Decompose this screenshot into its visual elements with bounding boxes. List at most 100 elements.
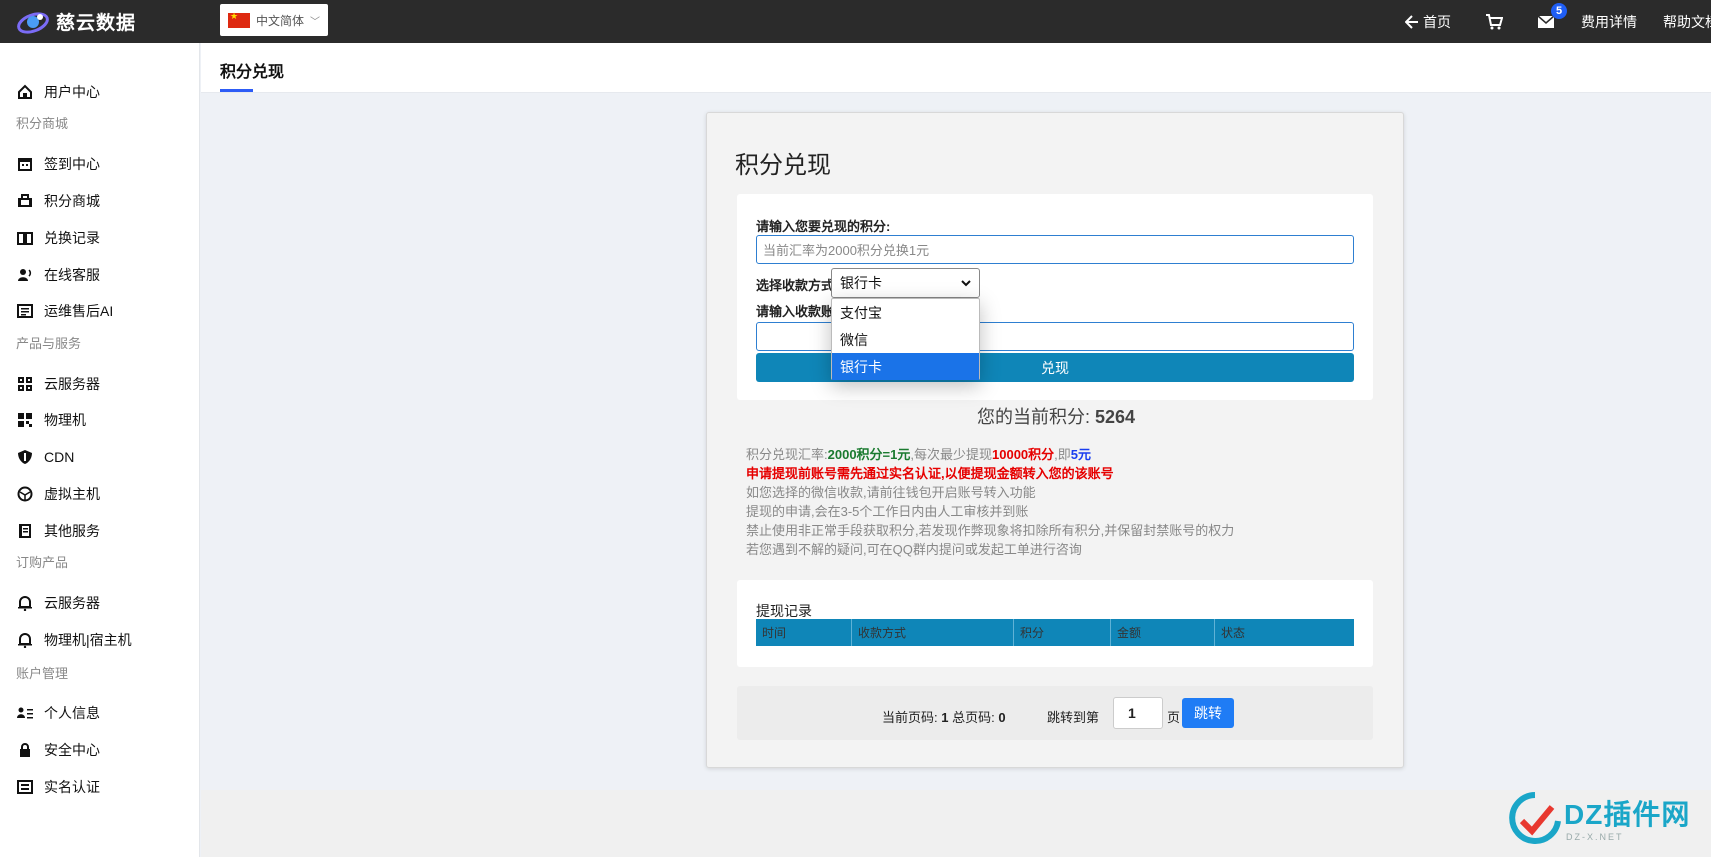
redeem-form: 请输入您要兑现的积分: 当前汇率为2000积分兑换1元 选择收款方式: 银行卡 … [737,194,1373,400]
pager-total: 0 [998,710,1006,725]
pagination: 当前页码: 1 总页码: 0 跳转到第 1 页 跳转 [737,686,1373,740]
sidebar-item[interactable]: 运维售后AI [16,300,113,322]
nav-home-label: 首页 [1423,13,1451,30]
sidebar-item-label: 实名认证 [44,779,100,795]
note-review: 提现的申请,会在3-5个工作日内由人工审核并到账 [746,504,1029,519]
redeem-notes: 积分兑现汇率:2000积分=1元,每次最少提现10000积分,即5元 申请提现前… [746,445,1234,559]
page-header: 积分兑现 [201,43,1711,93]
note-warning: 申请提现前账号需先通过实名认证,以便提现金额转入您的该账号 [746,466,1114,481]
language-select[interactable]: 中文简体 ﹀ [220,4,328,36]
sidebar-item[interactable]: 用户中心 [16,81,100,103]
pager-total-label: 总页码: [952,710,995,725]
points-input[interactable]: 当前汇率为2000积分兑换1元 [756,235,1354,264]
list-icon [16,302,34,320]
column-amount: 金额 [1111,619,1215,646]
home-back-icon [1405,14,1418,29]
sidebar-item-label: 个人信息 [44,705,100,721]
sidebar-item-label: 云服务器 [44,595,100,611]
language-label: 中文简体 [256,13,305,28]
column-method: 收款方式 [852,619,1014,646]
sidebar-item[interactable]: 积分商城 [16,190,100,212]
current-points-label: 您的当前积分: [976,407,1090,427]
current-points-value: 5264 [1094,407,1136,427]
sidebar-item[interactable]: 云服务器 [16,373,100,395]
sidebar-group-label: 积分商城 [16,116,69,131]
pager-current-label: 当前页码: [882,710,938,725]
note-rate-value: 2000积分=1元 [827,447,911,462]
sidebar-group-label: 订购产品 [16,555,69,570]
nav-messages[interactable]: 5 [1537,2,1567,29]
chevron-down-icon: ﹀ [310,16,321,28]
watermark-subtext: DZ-X.NET [1566,832,1624,842]
sidebar-item[interactable]: 虚拟主机 [16,483,100,505]
note-rate: 积分兑现汇率:2000积分=1元,每次最少提现10000积分,即5元 [746,445,1234,464]
sidebar-group-label: 产品与服务 [16,336,82,351]
method-option-alipay[interactable]: 支付宝 [832,299,979,326]
sidebar-item[interactable]: 其他服务 [16,520,100,542]
book-icon [16,229,34,247]
note-ban: 禁止使用非正常手段获取积分,若发现作弊现象将扣除所有积分,并保留封禁账号的权力 [746,523,1235,538]
nav-home[interactable]: 首页 [1405,12,1451,32]
sidebar: 用户中心 积分商城 签到中心 积分商城 兑换记录 在线客服 运维售后AI 产品与服务 云服务器物… [0,43,200,857]
watermark-logo-icon [1509,792,1561,844]
method-select[interactable]: 银行卡 [831,268,980,298]
records-title: 提现记录 [756,603,812,619]
note-eq-value: 5元 [1070,447,1092,462]
bell-icon [16,594,34,612]
nav-help-label: 帮助文档 [1663,13,1711,30]
method-option-bank[interactable]: 银行卡 [832,353,979,380]
brand-logo-icon [17,11,49,34]
calendar-icon [16,155,34,173]
sidebar-item[interactable]: 个人信息 [16,702,100,724]
footer-area [201,790,1711,857]
redeem-card: 积分兑现 请输入您要兑现的积分: 当前汇率为2000积分兑换1元 选择收款方式:… [706,112,1404,768]
method-option-wechat[interactable]: 微信 [832,326,979,353]
chevron-down-icon [961,279,971,286]
sidebar-item[interactable]: 兑换记录 [16,227,100,249]
doc-icon [16,522,34,540]
pager-jump-button[interactable]: 跳转 [1182,698,1234,728]
note-eq-prefix: ,即 [1054,447,1071,462]
sidebar-item-label: 云服务器 [44,376,100,392]
globe-icon [16,485,34,503]
column-points: 积分 [1014,619,1111,646]
note-min-prefix: ,每次最少提现 [910,447,992,462]
user-card-icon [16,704,34,722]
nav-help[interactable]: 帮助文档 [1663,12,1711,32]
brand-logo[interactable]: 慈云数据 [16,8,136,35]
shield-icon [16,448,34,466]
sidebar-item[interactable]: 在线客服 [16,264,100,286]
page-title: 积分兑现 [220,64,285,81]
support-icon [16,266,34,284]
qr-icon [16,411,34,429]
bell-icon [16,631,34,649]
china-flag-icon [228,11,250,28]
sidebar-item[interactable]: 云服务器 [16,592,100,614]
nav-billing[interactable]: 费用详情 [1581,12,1637,32]
method-dropdown: 支付宝 微信 银行卡 [831,298,980,380]
sidebar-item-label: 安全中心 [44,742,100,758]
sidebar-item-label: 积分商城 [44,193,100,209]
sidebar-item[interactable]: 安全中心 [16,739,100,761]
top-nav: 首页 5 费用详情 帮助文档 [1405,0,1711,43]
sidebar-item[interactable]: 物理机 [16,409,86,431]
sidebar-item-label: 签到中心 [44,156,100,172]
points-label: 请输入您要兑现的积分: [756,219,891,234]
card-title: 积分兑现 [735,152,831,179]
pager-info: 当前页码: 1 总页码: 0 [882,707,1006,726]
method-label: 选择收款方式: [756,278,839,293]
sidebar-item[interactable]: 物理机|宿主机 [16,629,132,651]
sidebar-item[interactable]: CDN [16,446,74,468]
grid-icon [16,375,34,393]
current-points: 您的当前积分: 5264 [707,403,1405,429]
sidebar-item-label: 运维售后AI [44,303,114,319]
note-help: 若您遇到不解的疑问,可在QQ群内提问或发起工单进行咨询 [746,542,1082,557]
note-wechat: 如您选择的微信收款,请前往钱包开启账号转入功能 [746,485,1036,500]
pager-jump-input[interactable]: 1 [1113,697,1163,729]
records-table-header: 时间 收款方式 积分 金额 状态 [756,619,1354,646]
nav-cart[interactable] [1485,13,1503,30]
cart-icon [1486,13,1503,29]
sidebar-item[interactable]: 实名认证 [16,776,100,798]
sidebar-item[interactable]: 签到中心 [16,153,100,175]
pager-unit: 页 [1167,710,1181,725]
